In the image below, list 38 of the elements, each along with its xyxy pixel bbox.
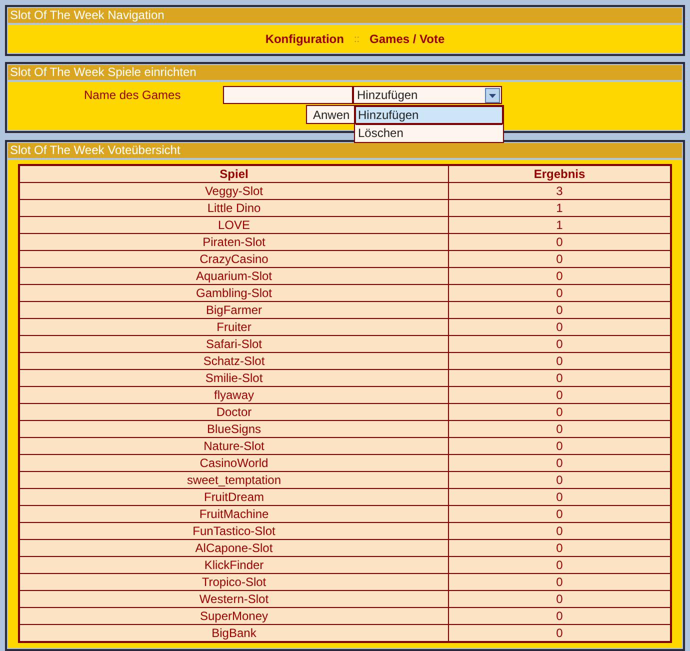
table-cell: Western-Slot: [19, 590, 448, 608]
input-field[interactable]: [223, 86, 353, 104]
column-header: Spiel: [19, 165, 448, 182]
field-label: Name des Games: [83, 88, 182, 102]
table-cell: Schatz-Slot: [19, 352, 448, 370]
dropdown-option[interactable]: Löschen: [355, 124, 503, 142]
table-cell: Little Dino: [19, 200, 448, 216]
table-cell: Safari-Slot: [19, 336, 448, 352]
table-cell: Smilie-Slot: [19, 370, 448, 386]
panel-header: Slot Of The Week Navigation: [8, 8, 682, 23]
table-cell: SuperMoney: [19, 608, 448, 624]
table-cell: BlueSigns: [19, 420, 448, 438]
table-cell: Aquarium-Slot: [19, 268, 448, 284]
panel-header: Slot Of The Week Spiele einrichten: [8, 65, 682, 80]
table-cell: sweet_temptation: [19, 472, 448, 488]
table-cell: KlickFinder: [19, 556, 448, 574]
table-cell: LOVE: [19, 216, 448, 234]
table-cell: Gambling-Slot: [19, 284, 448, 302]
table-cell: AlCapone-Slot: [19, 540, 448, 556]
table-cell: FruitDream: [19, 488, 448, 506]
table-cell: Piraten-Slot: [19, 234, 448, 250]
nav-link[interactable]: Konfiguration: [265, 32, 344, 46]
table-cell: FruitMachine: [19, 506, 448, 522]
table-cell: CasinoWorld: [19, 454, 448, 472]
panel-header: Slot Of The Week Voteübersicht: [8, 143, 682, 158]
table-cell: Fruiter: [19, 318, 448, 336]
table-cell: FunTastico-Slot: [19, 522, 448, 540]
table-cell: CrazyCasino: [19, 250, 448, 268]
table-cell: Veggy-Slot: [19, 182, 448, 200]
table-cell: Doctor: [19, 404, 448, 420]
table-cell: Tropico-Slot: [19, 574, 448, 590]
separator: ::: [354, 34, 360, 44]
table-cell: BigFarmer: [19, 302, 448, 318]
dropdown-option[interactable]: Hinzufügen: [355, 106, 503, 124]
action-dropdown[interactable]: Hinzufügen: [353, 86, 502, 104]
table-cell: flyaway: [19, 386, 448, 404]
table-cell: Nature-Slot: [19, 438, 448, 454]
nav-link[interactable]: Games / Vote: [370, 32, 445, 46]
